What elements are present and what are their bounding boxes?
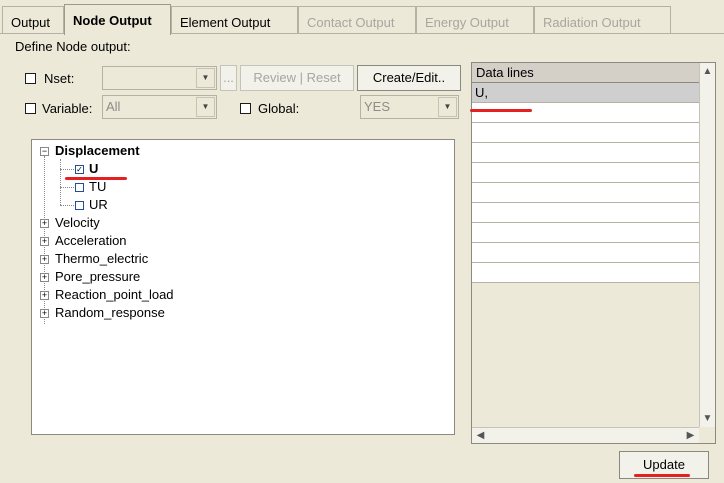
tree-node-tu[interactable]: TU [89, 179, 106, 194]
grid-row[interactable] [472, 243, 699, 263]
tab-output-label: Output [11, 15, 51, 30]
variable-combo[interactable]: All ▼ [102, 95, 217, 119]
tab-element-output[interactable]: Element Output [171, 6, 298, 33]
global-checkbox[interactable] [240, 103, 251, 114]
grid-row[interactable] [472, 223, 699, 243]
grid-row[interactable]: U, [472, 83, 699, 103]
global-value: YES [364, 99, 391, 114]
tab-radiation-output-label: Radiation Output [543, 15, 641, 30]
collapse-icon[interactable]: − [40, 147, 49, 156]
grid-row[interactable] [472, 123, 699, 143]
define-label: Define Node output: [15, 39, 131, 54]
horizontal-scrollbar[interactable]: ◀ ▶ [472, 427, 699, 443]
grid-row[interactable] [472, 143, 699, 163]
grid-row[interactable] [472, 183, 699, 203]
tab-node-output-label: Node Output [73, 13, 152, 28]
tree-line [60, 169, 74, 170]
tab-energy-output[interactable]: Energy Output [416, 6, 534, 33]
nset-checkbox[interactable] [25, 73, 36, 84]
expand-icon[interactable]: + [40, 273, 49, 282]
expand-icon[interactable]: + [40, 309, 49, 318]
tab-bar: Output Node Output Element Output Contac… [0, 0, 724, 35]
tree-node-ur[interactable]: UR [89, 197, 108, 212]
tree-node-velocity[interactable]: Velocity [55, 215, 100, 230]
global-label: Global: [258, 101, 300, 116]
expand-icon[interactable]: + [40, 291, 49, 300]
annotation-underline-update [634, 474, 690, 477]
nset-combo[interactable]: ▼ [102, 66, 217, 90]
nset-label: Nset: [44, 71, 75, 86]
global-combo[interactable]: YES ▼ [360, 95, 459, 119]
scroll-down-icon[interactable]: ▼ [700, 411, 715, 426]
scroll-up-icon[interactable]: ▲ [700, 64, 715, 79]
tab-energy-output-label: Energy Output [425, 15, 509, 30]
tree-line [60, 205, 74, 206]
grid-row[interactable] [472, 103, 699, 123]
tree-line [60, 159, 61, 205]
review-reset-button[interactable]: Review | Reset [240, 65, 354, 91]
tree-node-thermo-electric[interactable]: Thermo_electric [55, 251, 148, 266]
annotation-underline-u [65, 177, 127, 180]
chevron-down-icon[interactable]: ▼ [438, 97, 457, 117]
unchecked-icon[interactable] [75, 201, 84, 210]
tab-output[interactable]: Output [2, 6, 64, 33]
unchecked-icon[interactable] [75, 183, 84, 192]
grid-row[interactable] [472, 163, 699, 183]
tree-node-u[interactable]: U [89, 161, 98, 176]
expand-icon[interactable]: + [40, 219, 49, 228]
data-lines-grid[interactable]: Data lines U, ▲ ▼ ◀ ▶ [470, 62, 716, 444]
chevron-down-icon[interactable]: ▼ [196, 97, 215, 117]
tree-node-acceleration[interactable]: Acceleration [55, 233, 127, 248]
variable-checkbox[interactable] [25, 103, 36, 114]
annotation-underline-dataline [470, 109, 532, 112]
variable-label: Variable: [42, 101, 93, 116]
tree-line [60, 187, 74, 188]
scroll-right-icon[interactable]: ▶ [683, 428, 698, 443]
vertical-scrollbar[interactable]: ▲ ▼ [699, 63, 715, 427]
grid-row[interactable] [472, 203, 699, 223]
variable-value: All [106, 99, 121, 114]
expand-icon[interactable]: + [40, 237, 49, 246]
data-lines-header: Data lines [472, 63, 699, 83]
grid-row[interactable] [472, 263, 699, 283]
tree-node-reaction-point-load[interactable]: Reaction_point_load [55, 287, 174, 302]
tab-contact-output[interactable]: Contact Output [298, 6, 416, 33]
tab-node-output[interactable]: Node Output [64, 4, 171, 35]
checked-icon[interactable]: ✓ [75, 165, 84, 174]
tree-node-pore-pressure[interactable]: Pore_pressure [55, 269, 140, 284]
tab-contact-output-label: Contact Output [307, 15, 395, 30]
tab-element-output-label: Element Output [180, 15, 271, 30]
output-variable-tree: − Displacement ✓ U TU UR + Velocity + Ac… [31, 139, 455, 435]
tab-radiation-output[interactable]: Radiation Output [534, 6, 671, 33]
tree-node-displacement[interactable]: Displacement [55, 143, 140, 158]
nset-browse-button[interactable]: ... [220, 65, 237, 91]
chevron-down-icon[interactable]: ▼ [196, 68, 215, 88]
expand-icon[interactable]: + [40, 255, 49, 264]
scroll-left-icon[interactable]: ◀ [473, 428, 488, 443]
create-edit-button[interactable]: Create/Edit.. [357, 65, 461, 91]
tree-node-random-response[interactable]: Random_response [55, 305, 165, 320]
